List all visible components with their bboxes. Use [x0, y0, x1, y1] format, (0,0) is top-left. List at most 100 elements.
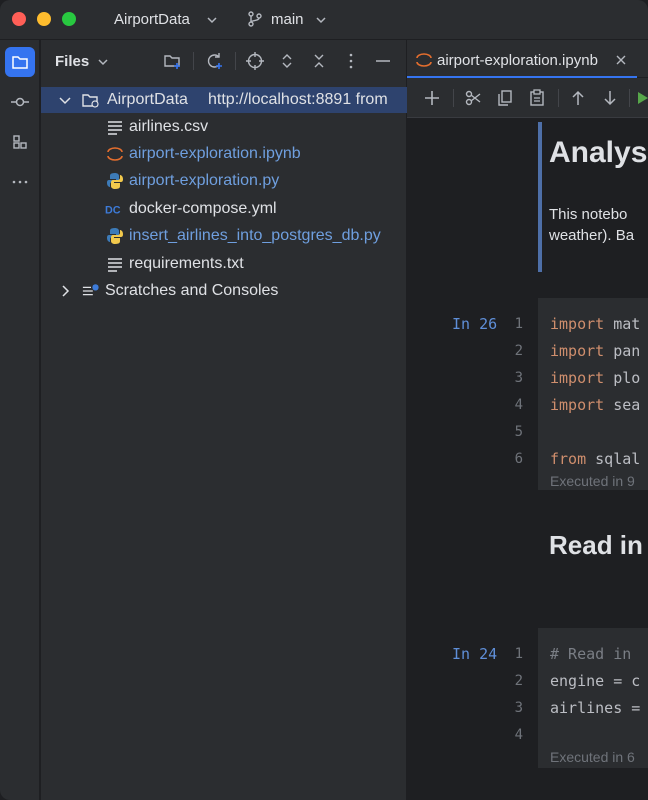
python-icon [107, 228, 123, 244]
jupyter-icon [107, 147, 123, 161]
code-line: import pan [550, 342, 640, 360]
structure-icon [13, 135, 27, 149]
toolbar-separator [235, 52, 236, 70]
chevron-down-icon[interactable] [96, 55, 110, 69]
close-window-button[interactable] [12, 12, 26, 26]
chevron-down-icon[interactable] [205, 13, 219, 27]
markdown-cell-marker [538, 122, 542, 272]
tab-label: airport-exploration.ipynb [437, 52, 598, 69]
branch-switcher[interactable]: main [271, 11, 304, 28]
scratches-label: Scratches and Consoles [105, 282, 279, 299]
code-text: pan [604, 342, 641, 360]
tree-file-row[interactable]: requirements.txt [41, 251, 407, 277]
title-bar: AirportData main [0, 0, 648, 40]
options-icon[interactable] [341, 51, 361, 71]
expand-all-icon[interactable] [277, 51, 297, 71]
docker-compose-icon: DC [105, 205, 121, 217]
toolbar-separator [629, 89, 630, 107]
line-number: 2 [514, 343, 523, 359]
markdown-heading: Read in [549, 530, 643, 560]
file-name: insert_airlines_into_postgres_db.py [129, 227, 381, 244]
zoom-window-button[interactable] [62, 12, 76, 26]
copy-icon[interactable] [495, 88, 515, 108]
code-line: import mat [550, 315, 640, 333]
chevron-right-icon[interactable] [56, 282, 74, 300]
tree-file-row[interactable]: DC docker-compose.yml [41, 196, 407, 222]
markdown-heading: Analys [549, 136, 648, 169]
close-icon[interactable] [615, 54, 627, 66]
file-name: requirements.txt [129, 255, 244, 272]
code-line: import plo [550, 369, 640, 387]
file-name: airport-exploration.ipynb [129, 145, 301, 162]
line-number: 1 [514, 316, 523, 332]
line-number: 3 [514, 700, 523, 716]
toolbar-separator [193, 52, 194, 70]
commit-icon [11, 97, 29, 107]
minimize-window-button[interactable] [37, 12, 51, 26]
refresh-icon[interactable] [204, 51, 224, 71]
commit-tool-button[interactable] [5, 87, 35, 117]
run-icon[interactable] [635, 88, 648, 108]
notebook-toolbar [407, 78, 648, 118]
move-up-icon[interactable] [568, 88, 588, 108]
more-tools-button[interactable] [5, 167, 35, 197]
code-text: sqlal [586, 450, 641, 468]
editor-tab[interactable]: airport-exploration.ipynb [407, 40, 637, 78]
root-folder-name: AirportData [107, 91, 188, 108]
toolbar-separator [453, 89, 454, 107]
tree-file-row[interactable]: airport-exploration.py [41, 168, 407, 194]
svg-text:DC: DC [105, 205, 121, 217]
file-name: airport-exploration.py [129, 172, 280, 189]
line-number: 2 [514, 673, 523, 689]
text-file-icon [108, 258, 122, 272]
ide-window: AirportData main Files AirportData http:… [0, 0, 648, 800]
code-keyword: import [550, 369, 605, 387]
tree-file-row[interactable]: insert_airlines_into_postgres_db.py [41, 223, 407, 249]
project-switcher[interactable]: AirportData [114, 11, 190, 28]
jupyter-icon [416, 53, 432, 67]
markdown-text-line: weather). Ba [549, 227, 635, 244]
project-panel: Files AirportData http://localhost:8891 … [41, 40, 407, 800]
structure-tool-button[interactable] [5, 127, 35, 157]
line-number: 4 [514, 397, 523, 413]
code-text: sea [604, 396, 641, 414]
move-down-icon[interactable] [600, 88, 620, 108]
locate-icon[interactable] [245, 51, 265, 71]
cut-icon[interactable] [463, 88, 483, 108]
add-cell-icon[interactable] [422, 88, 442, 108]
collapse-all-icon[interactable] [309, 51, 329, 71]
panel-title[interactable]: Files [55, 53, 89, 70]
folder-icon [82, 94, 99, 108]
text-file-icon [108, 121, 122, 135]
python-icon [107, 173, 123, 189]
tree-root-row[interactable]: AirportData http://localhost:8891 from [41, 87, 407, 113]
execution-status: Executed in 9 [550, 473, 635, 489]
line-number: 6 [514, 451, 523, 467]
folder-icon [12, 56, 28, 69]
code-line: airlines = [550, 699, 641, 717]
new-folder-icon[interactable] [163, 51, 183, 71]
code-line: import sea [550, 396, 640, 414]
code-text: mat [604, 315, 641, 333]
tree-scratches-row[interactable]: Scratches and Consoles [41, 278, 407, 304]
line-number: 3 [514, 370, 523, 386]
cell-execution-label: In 24 [452, 645, 498, 663]
code-line: from sqlal [550, 450, 640, 468]
code-line: engine = c [550, 672, 641, 690]
cell-execution-label: In 26 [452, 315, 498, 333]
chevron-down-icon[interactable] [56, 91, 74, 109]
line-number: 1 [514, 646, 523, 662]
code-text: plo [604, 369, 641, 387]
project-tool-button[interactable] [5, 47, 35, 77]
code-keyword: from [550, 450, 587, 468]
execution-status: Executed in 6 [550, 749, 635, 765]
tree-file-row[interactable]: airlines.csv [41, 114, 407, 140]
hide-panel-icon[interactable] [373, 51, 393, 71]
chevron-down-icon[interactable] [314, 13, 328, 27]
paste-icon[interactable] [527, 88, 547, 108]
tree-file-row[interactable]: airport-exploration.ipynb [41, 141, 407, 167]
code-keyword: import [550, 315, 605, 333]
file-name: docker-compose.yml [129, 200, 277, 217]
git-branch-icon [248, 11, 262, 27]
scratches-icon [82, 284, 99, 296]
